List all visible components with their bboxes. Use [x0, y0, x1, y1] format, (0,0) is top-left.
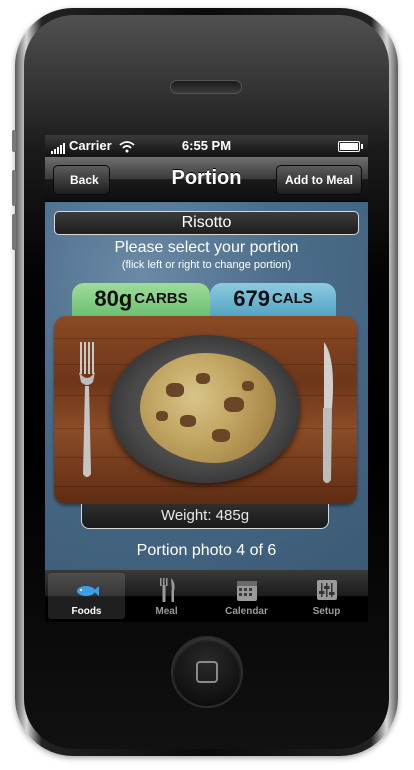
portion-weight: Weight: 485g [81, 504, 329, 529]
sliders-icon [317, 580, 337, 600]
tab-setup[interactable]: Setup [288, 573, 365, 619]
calendar-icon [237, 581, 257, 601]
navigation-bar: Back Portion Add to Meal [45, 157, 368, 202]
carbs-value: 80g [94, 286, 133, 311]
status-bar: Carrier 6:55 PM [45, 135, 368, 157]
knife-icon [323, 342, 333, 483]
fork-knife-icon [160, 578, 175, 602]
tab-meal-label: Meal [155, 606, 178, 617]
portion-content: Risotto Please select your portion (flic… [45, 202, 368, 570]
tab-bar: Foods Meal Calendar Setup [45, 570, 368, 622]
tab-foods[interactable]: Foods [48, 573, 125, 619]
fish-icon [77, 586, 99, 596]
calories-badge: 679 CALS [210, 283, 336, 317]
home-button[interactable] [171, 636, 243, 708]
risotto-portion [140, 353, 276, 463]
tab-calendar-label: Calendar [225, 606, 268, 617]
carbs-unit: CARBS [134, 290, 188, 307]
portion-instruction: Please select your portion [114, 239, 299, 256]
tab-meal[interactable]: Meal [128, 573, 205, 619]
add-to-meal-label: Add to Meal [285, 173, 353, 187]
tab-foods-label: Foods [71, 606, 102, 617]
carbs-badge: 80g CARBS [72, 283, 210, 317]
calories-value: 679 [233, 286, 270, 311]
portion-photo[interactable] [54, 316, 357, 504]
portion-photo-counter: Portion photo 4 of 6 [136, 542, 277, 559]
earpiece-speaker [170, 80, 242, 94]
home-square-icon [196, 661, 218, 683]
add-to-meal-button[interactable]: Add to Meal [276, 165, 362, 195]
mute-switch[interactable] [12, 130, 16, 152]
tab-setup-label: Setup [312, 606, 341, 617]
volume-down-button[interactable] [12, 214, 16, 250]
volume-up-button[interactable] [12, 170, 16, 206]
battery-icon [338, 141, 363, 152]
food-name-field: Risotto [54, 211, 359, 235]
portion-hint: (flick left or right to change portion) [121, 259, 292, 271]
screen: Carrier 6:55 PM Back Portion Add to Meal… [45, 135, 368, 622]
fork-icon [79, 342, 95, 477]
status-time: 6:55 PM [181, 138, 232, 153]
calories-unit: CALS [271, 290, 313, 307]
tab-calendar[interactable]: Calendar [208, 573, 285, 619]
